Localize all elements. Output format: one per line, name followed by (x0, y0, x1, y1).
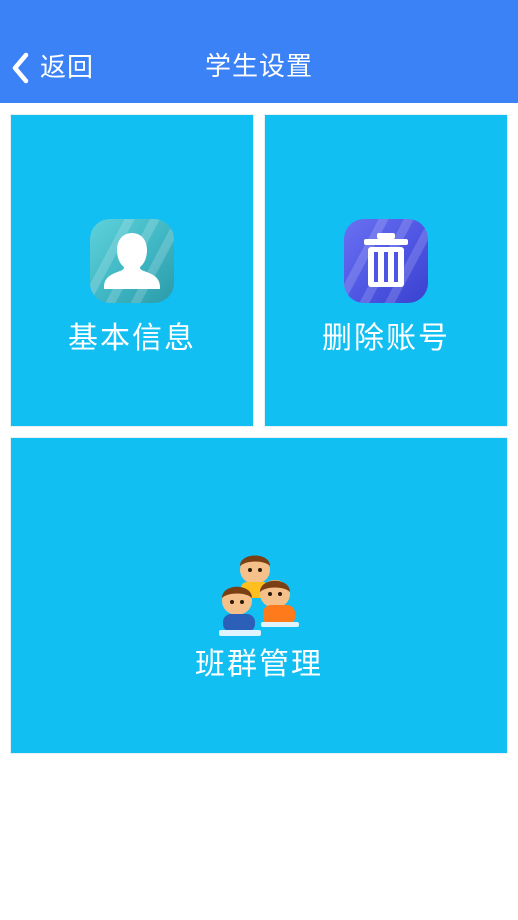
delete-account-tile[interactable]: 删除账号 (265, 115, 507, 426)
top-app-bar: 返回 学生设置 (0, 0, 518, 103)
settings-grid: 基本信息 删除账号 班群管理 (0, 103, 518, 920)
delete-account-label: 删除账号 (322, 321, 450, 356)
students-group-icon (219, 555, 299, 636)
class-group-management-tile[interactable]: 班群管理 (11, 438, 507, 753)
back-button[interactable]: 返回 (10, 50, 94, 86)
trash-icon (344, 219, 428, 303)
back-label: 返回 (40, 53, 95, 83)
person-icon (90, 219, 174, 303)
chevron-left-icon (12, 52, 29, 84)
basic-info-tile[interactable]: 基本信息 (11, 115, 253, 426)
class-group-management-label: 班群管理 (195, 647, 323, 682)
basic-info-label: 基本信息 (68, 321, 196, 356)
